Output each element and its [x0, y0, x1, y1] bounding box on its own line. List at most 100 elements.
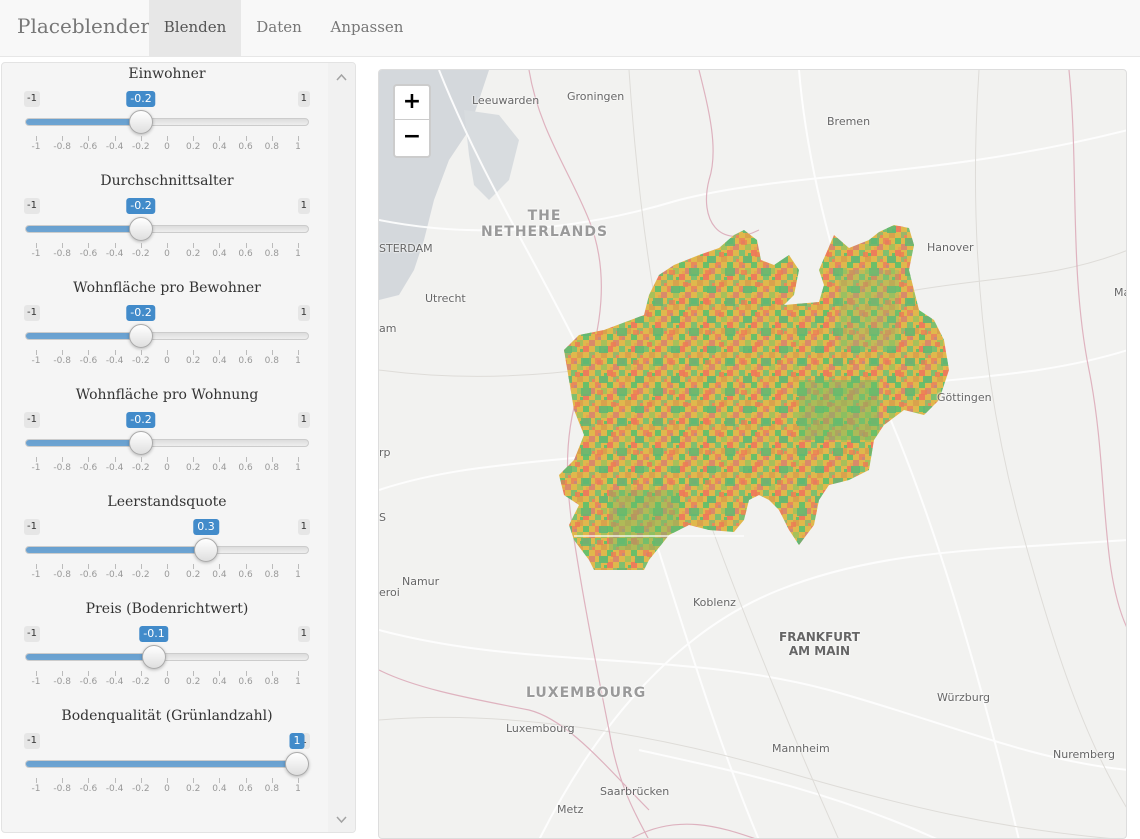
slider-tick-label: 1 [295, 570, 301, 580]
slider-tick [193, 457, 195, 462]
slider-tick [36, 778, 37, 783]
slider-tick [114, 564, 116, 569]
slider-tick [62, 457, 64, 462]
slider-tick-label: 0.8 [264, 463, 279, 473]
slider-tick [298, 671, 299, 676]
slider-tick [167, 243, 168, 248]
slider-tick [271, 350, 273, 355]
slider-tick-label: -0.4 [105, 570, 124, 580]
slider-min-label: -1 [24, 412, 40, 428]
tab-anpassen[interactable]: Anpassen [320, 0, 414, 57]
slider-max-label: 1 [297, 626, 310, 642]
slider-min-label: -1 [24, 733, 40, 749]
slider-tick [193, 564, 195, 569]
slider-tick [245, 136, 247, 141]
slider-tick-label: 0.2 [186, 356, 201, 366]
slider-label: Preis (Bodenrichtwert) [85, 601, 249, 617]
slider-tick-label: 0.4 [212, 463, 227, 473]
slider-tick-label: -0.2 [132, 463, 150, 473]
slider-fill [26, 119, 142, 125]
slider-track[interactable] [25, 546, 309, 554]
slider-tick [245, 457, 247, 462]
slider-tick [114, 671, 116, 676]
slider-handle[interactable] [129, 324, 153, 348]
slider-track[interactable] [25, 332, 309, 340]
slider-tick [298, 136, 299, 141]
slider-tick-label: -1 [31, 463, 41, 473]
slider-track[interactable] [25, 118, 309, 126]
slider-group: Leerstandsquote -1 1 0.3 -1 -0.8 -0.6 -0.4 -0.2 0… [24, 494, 310, 594]
slider-tick-label: -0.8 [53, 356, 71, 366]
zoom-out-button[interactable]: − [395, 121, 429, 155]
slider-handle[interactable] [142, 645, 166, 669]
slider-tick-label: -0.2 [132, 677, 150, 687]
slider-tick [193, 778, 195, 783]
slider-tick [88, 457, 90, 462]
map-city-label: Koblenz [693, 596, 736, 609]
slider-tick-label: -0.6 [79, 249, 98, 259]
slider-handle[interactable] [285, 752, 309, 776]
slider-grid: -1 -0.8 -0.6 -0.4 -0.2 0 0.2 0.4 0.6 0.8 1 [32, 136, 301, 154]
slider-tick-label: -0.8 [53, 463, 71, 473]
slider-tick [62, 671, 64, 676]
slider-track[interactable] [25, 225, 309, 233]
slider-handle[interactable] [129, 217, 153, 241]
slider-fill [26, 440, 142, 446]
slider-tick [219, 778, 221, 783]
slider-tick-label: -0.4 [105, 356, 124, 366]
slider-tick [271, 778, 273, 783]
slider-tick-label: -0.6 [79, 142, 98, 152]
slider-tick-label: 0.2 [186, 570, 201, 580]
slider-tick-label: 1 [295, 677, 301, 687]
slider-tick-label: -0.6 [79, 356, 98, 366]
slider-tick [167, 564, 168, 569]
tab-daten[interactable]: Daten [243, 0, 315, 57]
scroll-up-icon[interactable] [335, 71, 348, 84]
slider-tick [245, 671, 247, 676]
slider-tick [167, 778, 168, 783]
slider-tick-label: -1 [31, 356, 41, 366]
slider-tick-label: -0.2 [132, 142, 150, 152]
slider-grid: -1 -0.8 -0.6 -0.4 -0.2 0 0.2 0.4 0.6 0.8 1 [32, 671, 301, 689]
slider-tick-label: 0.8 [264, 142, 279, 152]
slider-label: Bodenqualität (Grünlandzahl) [61, 708, 273, 724]
map-view[interactable]: + − Leeuwarden Groningen Bremen Hanover STER… [378, 69, 1127, 839]
sidebar-scrollbar[interactable] [328, 63, 355, 832]
slider-tick [36, 350, 37, 355]
slider-tick-label: 1 [295, 249, 301, 259]
slider-tick [140, 671, 142, 676]
map-country-label: THE NETHERLANDS [481, 208, 609, 240]
slider-track[interactable] [25, 653, 309, 661]
slider-tick-label: 0.6 [238, 784, 253, 794]
zoom-in-button[interactable]: + [395, 86, 429, 120]
slider-tick [219, 350, 221, 355]
slider-tick [62, 778, 64, 783]
slider-handle[interactable] [129, 110, 153, 134]
slider-tick-label: 0.2 [186, 142, 201, 152]
slider-tick-label: -1 [31, 142, 41, 152]
map-city-label: S [379, 511, 386, 524]
slider-tick-label: 0.8 [264, 677, 279, 687]
slider-tick [114, 457, 116, 462]
map-city-label: Hanover [927, 241, 974, 254]
app-brand[interactable]: Placeblender [17, 14, 150, 38]
slider-tick-label: -0.4 [105, 784, 124, 794]
slider-handle[interactable] [129, 431, 153, 455]
slider-tick-label: -0.4 [105, 463, 124, 473]
map-city-label: Saarbrücken [600, 785, 670, 798]
slider-tick-label: -0.6 [79, 677, 98, 687]
slider-tick-label: 0.4 [212, 677, 227, 687]
map-city-label: Groningen [567, 90, 625, 103]
slider-tick [36, 136, 37, 141]
slider-track[interactable] [25, 439, 309, 447]
slider-handle[interactable] [194, 538, 218, 562]
slider-tick-label: -0.8 [53, 570, 71, 580]
slider-value-label: -0.2 [126, 91, 156, 107]
slider-tick-label: 0.2 [186, 784, 201, 794]
slider-track[interactable] [25, 760, 309, 768]
map-city-label: Utrecht [425, 292, 466, 305]
tab-blenden[interactable]: Blenden [149, 0, 241, 57]
slider-tick-label: -0.8 [53, 249, 71, 259]
slider-tick-label: 0.8 [264, 784, 279, 794]
scroll-down-icon[interactable] [335, 813, 348, 826]
